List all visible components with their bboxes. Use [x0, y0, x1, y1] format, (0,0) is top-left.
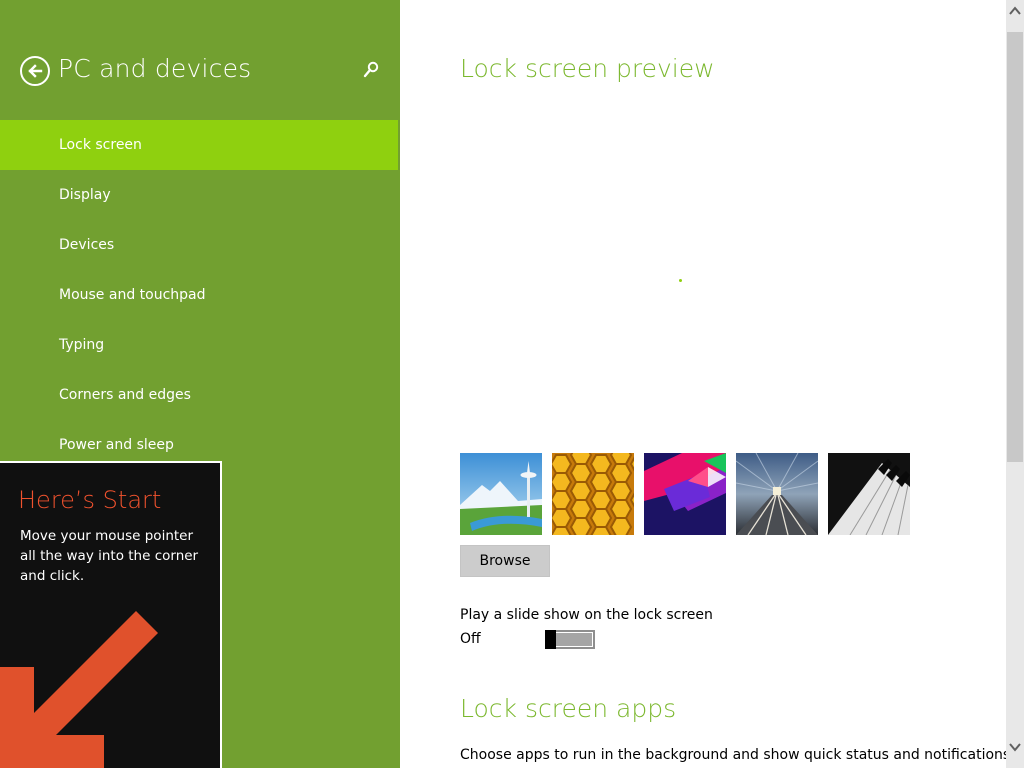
- sidebar-item-mouse-and-touchpad[interactable]: Mouse and touchpad: [0, 270, 400, 320]
- honeycomb-thumbnail[interactable]: [552, 453, 634, 535]
- scrollbar-thumb[interactable]: [1007, 32, 1023, 462]
- down-left-arrow-icon: [0, 611, 158, 768]
- slideshow-label: Play a slide show on the lock screen: [460, 607, 713, 623]
- piano-keys-thumbnail[interactable]: [828, 453, 910, 535]
- main-content: Lock screen preview Browse Play a slide …: [400, 0, 1015, 768]
- sidebar-item-label: Typing: [59, 337, 105, 353]
- loading-indicator: [679, 279, 682, 282]
- vertical-scrollbar[interactable]: [1006, 0, 1024, 768]
- lock-screen-preview-title: Lock screen preview: [460, 54, 715, 83]
- sidebar-item-devices[interactable]: Devices: [0, 220, 400, 270]
- tip-body: Move your mouse pointer all the way into…: [20, 528, 199, 584]
- header: PC and devices: [0, 0, 400, 120]
- sidebar-item-label: Mouse and touchpad: [59, 287, 206, 303]
- sidebar-item-lock-screen[interactable]: Lock screen: [0, 120, 398, 170]
- scroll-up-arrow-icon[interactable]: [1006, 2, 1024, 20]
- slideshow-state: Off: [460, 631, 481, 647]
- scroll-down-arrow-icon[interactable]: [1006, 738, 1024, 756]
- lock-screen-apps-description: Choose apps to run in the background and…: [460, 747, 1015, 763]
- mountain-needle-thumbnail[interactable]: [460, 453, 542, 535]
- tip-title: Here’s Start: [18, 486, 162, 514]
- sidebar-nav: Lock screen Display Devices Mouse and to…: [0, 120, 400, 470]
- geometric-shapes-thumbnail[interactable]: [644, 453, 726, 535]
- page-title: PC and devices: [58, 54, 252, 83]
- slideshow-toggle[interactable]: [545, 630, 595, 649]
- sidebar-item-display[interactable]: Display: [0, 170, 400, 220]
- train-tunnel-thumbnail[interactable]: [736, 453, 818, 535]
- browse-button[interactable]: Browse: [460, 545, 550, 577]
- search-icon[interactable]: [362, 60, 380, 80]
- start-tip-flyout[interactable]: Here’s Start Move your mouse pointer all…: [0, 461, 222, 768]
- lock-screen-apps-title: Lock screen apps: [460, 694, 677, 723]
- toggle-thumb[interactable]: [545, 630, 556, 649]
- sidebar-item-label: Corners and edges: [59, 387, 191, 403]
- sidebar-item-label: Display: [59, 187, 111, 203]
- sidebar-item-corners-and-edges[interactable]: Corners and edges: [0, 370, 400, 420]
- sidebar-item-typing[interactable]: Typing: [0, 320, 400, 370]
- sidebar-item-label: Power and sleep: [59, 437, 174, 453]
- sidebar-item-label: Lock screen: [59, 137, 142, 153]
- back-arrow-circle-icon[interactable]: [20, 56, 50, 86]
- sidebar-item-label: Devices: [59, 237, 115, 253]
